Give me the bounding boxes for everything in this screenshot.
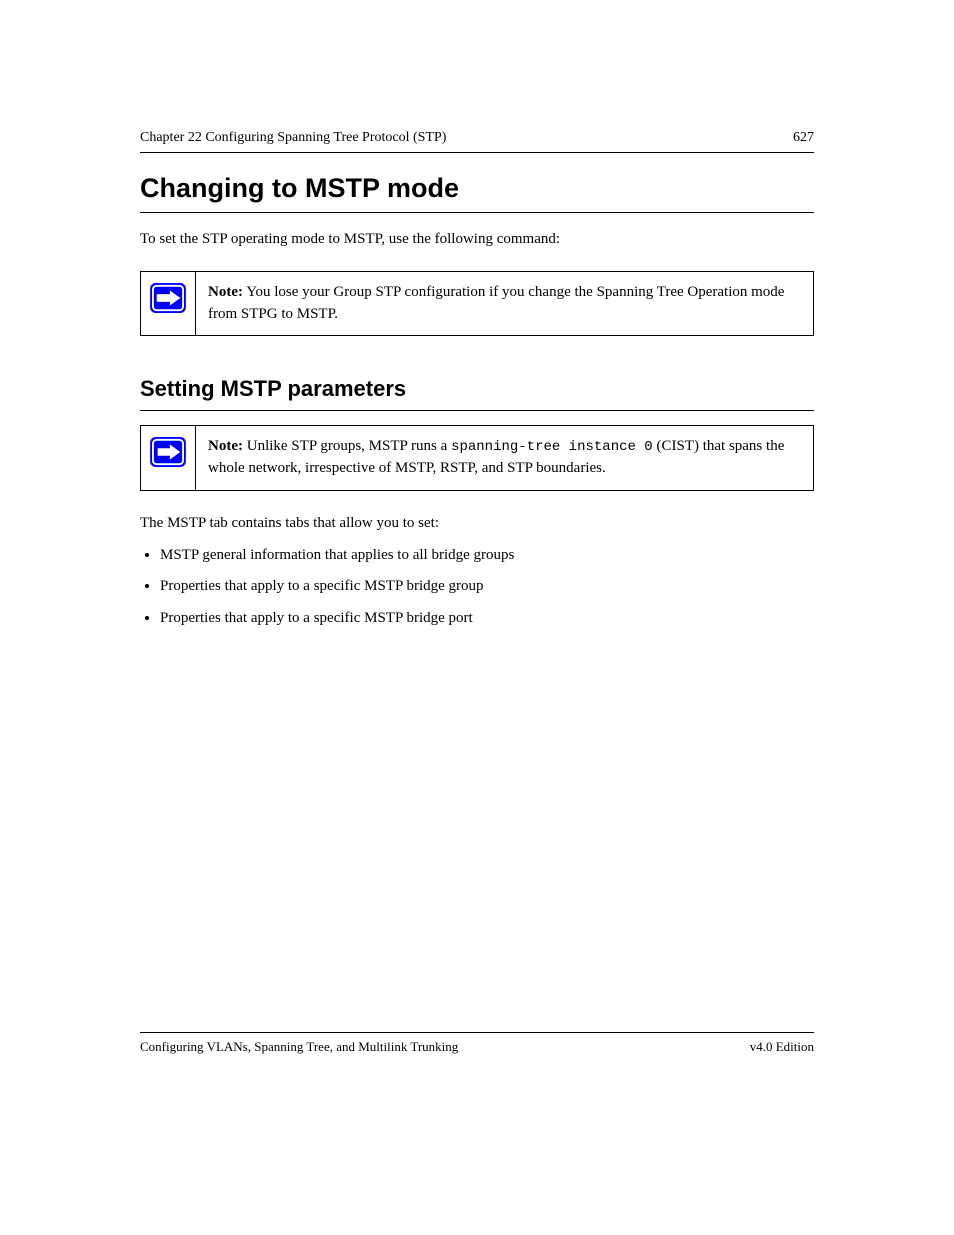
list-item: Properties that apply to a specific MSTP… <box>160 574 814 600</box>
list-item: Properties that apply to a specific MSTP… <box>160 606 814 632</box>
header-rule <box>140 152 814 153</box>
note-box-2: Note: Unlike STP groups, MSTP runs a spa… <box>140 425 814 491</box>
note-box-1: Note: You lose your Group STP configurat… <box>140 271 814 337</box>
page-footer: Configuring VLANs, Spanning Tree, and Mu… <box>140 1032 814 1055</box>
subsection-intro: The MSTP tab contains tabs that allow yo… <box>140 513 814 535</box>
arrow-icon <box>149 282 187 314</box>
footer-left: Configuring VLANs, Spanning Tree, and Mu… <box>140 1039 458 1055</box>
footer-right: v4.0 Edition <box>750 1039 814 1055</box>
footer-rule <box>140 1032 814 1033</box>
note-icon-cell <box>141 272 196 336</box>
note-body-1: You lose your Group STP configuration if… <box>208 284 784 322</box>
footer-row: Configuring VLANs, Spanning Tree, and Mu… <box>140 1039 814 1055</box>
note-label-1: Note: <box>208 284 243 300</box>
page-header: Chapter 22 Configuring Spanning Tree Pro… <box>140 130 814 152</box>
note-icon-cell-2 <box>141 426 196 490</box>
note-label-2: Note: <box>208 438 243 454</box>
bullet-list: MSTP general information that applies to… <box>140 543 814 632</box>
page-container: Chapter 22 Configuring Spanning Tree Pro… <box>0 0 954 1235</box>
note-text-1: Note: You lose your Group STP configurat… <box>196 272 813 336</box>
section-heading: Changing to MSTP mode <box>140 173 814 213</box>
section-paragraph: To set the STP operating mode to MSTP, u… <box>140 229 814 251</box>
note-code: spanning-tree instance 0 <box>451 439 653 455</box>
note-text-2: Note: Unlike STP groups, MSTP runs a spa… <box>196 426 813 490</box>
list-item: MSTP general information that applies to… <box>160 543 814 569</box>
chapter-title: Chapter 22 Configuring Spanning Tree Pro… <box>140 130 446 146</box>
page-number: 627 <box>793 130 814 146</box>
note-body-2a: Unlike STP groups, MSTP runs a <box>247 438 451 454</box>
arrow-icon <box>149 436 187 468</box>
subsection-heading: Setting MSTP parameters <box>140 376 814 411</box>
content-area: Changing to MSTP mode To set the STP ope… <box>140 173 814 631</box>
